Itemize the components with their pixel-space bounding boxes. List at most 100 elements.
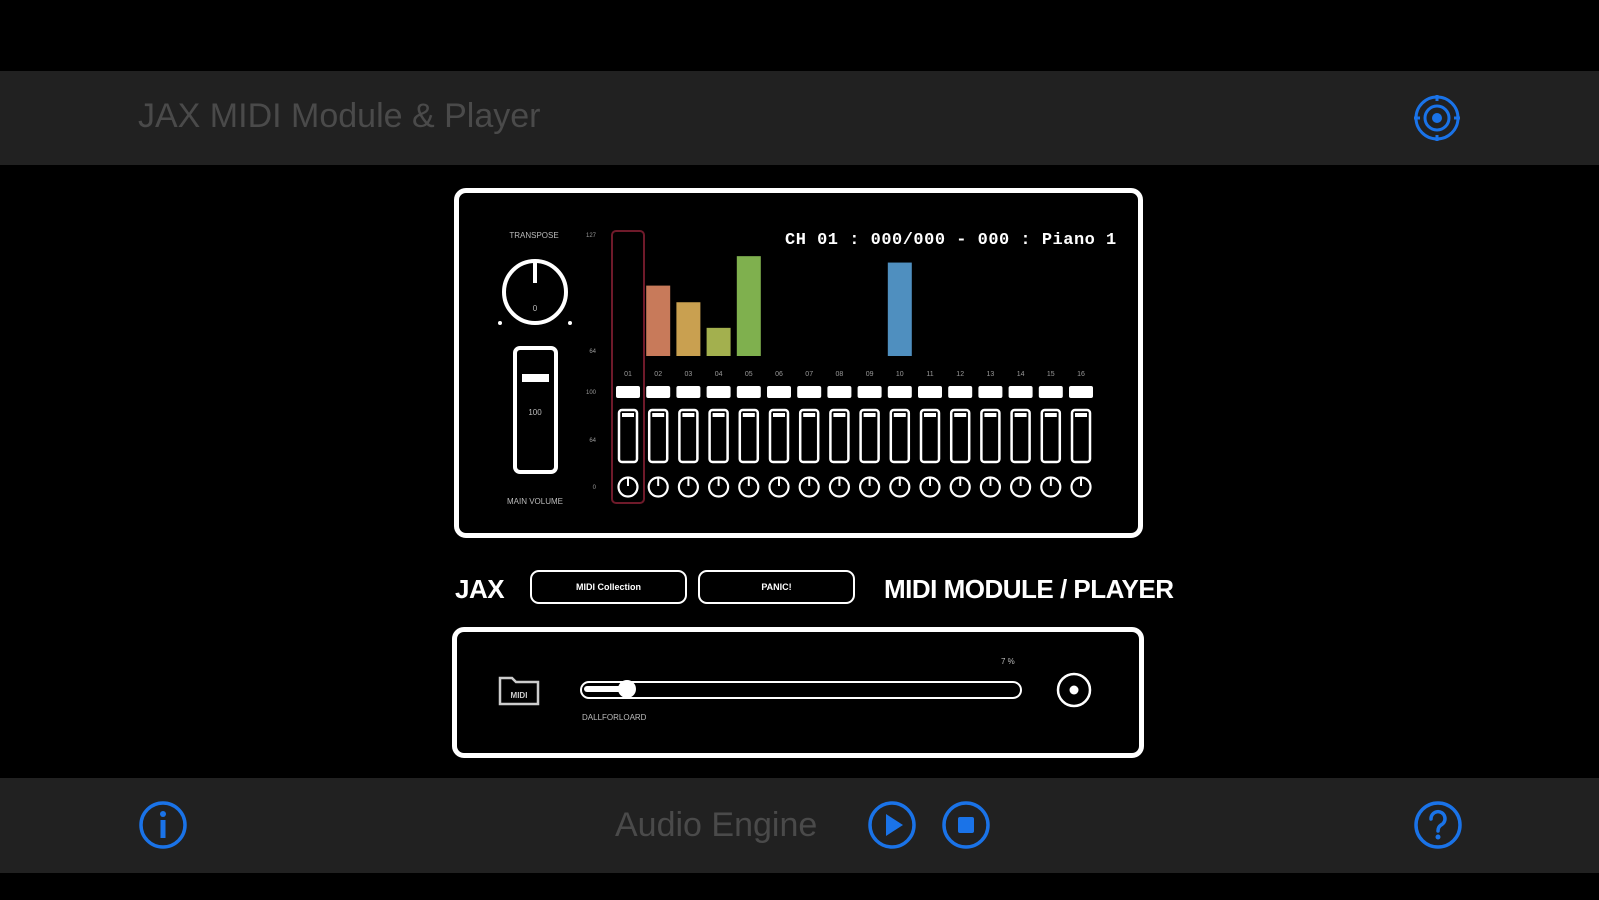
channel-button-11[interactable] [918, 386, 942, 398]
fader-handle-07 [803, 413, 816, 417]
channel-fader-02[interactable] [647, 408, 669, 464]
fader-handle-11 [924, 413, 936, 417]
gear-icon[interactable] [1412, 93, 1462, 143]
master-volume-label: MAIN VOLUME [507, 497, 563, 506]
transpose-label: TRANSPOSE [509, 231, 558, 240]
scale-label-1: 64 [589, 349, 596, 355]
channel-number-02: 02 [654, 371, 662, 378]
bottom-bar: Audio Engine [0, 778, 1599, 873]
channel-fader-03[interactable] [678, 408, 699, 464]
fader-handle-09 [863, 413, 876, 417]
fader-handle-06 [773, 413, 785, 417]
brand-jax: JAX [455, 574, 505, 604]
channel-fader-10[interactable] [889, 408, 911, 464]
channel-fader-12[interactable] [949, 408, 971, 464]
channel-fader-15[interactable] [1040, 408, 1062, 464]
channel-strips: 01 02 03 04 05 06 07 08 09 10 11 12 13 14 15 16 [611, 230, 1093, 504]
fader-handle-03 [682, 413, 695, 417]
audio-engine-label: Audio Engine [615, 806, 818, 844]
scale-label-2: 100 [586, 390, 597, 396]
folder-icon[interactable]: MIDI [497, 672, 541, 708]
help-icon[interactable] [1412, 799, 1464, 851]
channel-number-09: 09 [866, 371, 874, 378]
record-icon[interactable] [1055, 671, 1093, 709]
channel-fader-06[interactable] [768, 408, 790, 464]
channel-fader-01[interactable] [617, 408, 639, 464]
channel-number-03: 03 [685, 371, 693, 378]
progress-slider[interactable] [580, 679, 1022, 699]
fader-handle-01 [622, 413, 634, 417]
channel-fader-09[interactable] [859, 408, 880, 464]
fader-handle-13 [984, 413, 997, 417]
channel-button-03[interactable] [676, 386, 701, 398]
channel-button-01[interactable] [616, 386, 640, 398]
channel-button-13[interactable] [978, 386, 1003, 398]
channel-number-12: 12 [956, 371, 964, 378]
top-bar: JAX MIDI Module & Player [0, 71, 1599, 165]
app-title: JAX MIDI Module & Player [138, 97, 541, 135]
transpose-knob[interactable]: 0 [498, 259, 572, 325]
channel-button-15[interactable] [1038, 386, 1063, 398]
level-bar-10 [887, 262, 912, 356]
level-bar-04 [706, 327, 731, 356]
channel-info: CH 01 : 000/000 - 000 : Piano 1 [785, 231, 1117, 250]
channel-button-09[interactable] [857, 386, 882, 398]
channel-number-04: 04 [715, 371, 723, 378]
fader-handle-10 [893, 413, 906, 417]
channel-number-11: 11 [926, 371, 933, 378]
fader-handle-15 [1044, 413, 1057, 417]
channel-button-06[interactable] [767, 386, 791, 398]
channel-number-15: 15 [1047, 371, 1055, 378]
channel-button-07[interactable] [797, 386, 822, 398]
channel-number-16: 16 [1077, 371, 1085, 378]
channel-number-10: 10 [896, 371, 904, 378]
channel-fader-08[interactable] [829, 408, 850, 464]
fader-handle-05 [742, 413, 755, 417]
panic-button[interactable]: PANIC! [698, 570, 855, 604]
level-bar-02 [646, 285, 671, 356]
slider-thumb[interactable] [618, 680, 637, 698]
channel-button-02[interactable] [646, 386, 671, 398]
fader-handle-14 [1014, 413, 1027, 417]
channel-fader-07[interactable] [798, 408, 820, 464]
brand-midi-module-player: MIDI MODULE / PLAYER [884, 574, 1174, 604]
channel-button-16[interactable] [1069, 386, 1093, 398]
channel-number-14: 14 [1017, 371, 1025, 378]
channel-number-05: 05 [745, 371, 753, 378]
fader-handle-04 [712, 413, 725, 417]
channel-fader-16[interactable] [1070, 408, 1092, 464]
folder-label: MIDI [511, 691, 528, 700]
channel-fader-13[interactable] [980, 408, 1001, 464]
fader-handle-08 [833, 413, 846, 417]
midi-collection-button[interactable]: MIDI Collection [530, 570, 687, 604]
channel-button-12[interactable] [948, 386, 973, 398]
channel-fader-11[interactable] [919, 408, 941, 464]
progress-label: 7 % [1001, 657, 1015, 666]
channel-button-10[interactable] [887, 386, 912, 398]
transpose-value: 0 [533, 304, 538, 313]
play-icon[interactable] [866, 799, 918, 851]
scale-label-3: 64 [589, 438, 596, 444]
channel-fader-05[interactable] [738, 408, 760, 464]
channel-number-13: 13 [987, 371, 995, 378]
file-name: DALLFORLOARD [582, 713, 647, 722]
fader-handle-16 [1075, 413, 1087, 417]
master-volume-fader[interactable]: 100 [513, 346, 558, 474]
master-volume-value: 100 [528, 408, 542, 417]
info-icon[interactable] [137, 799, 189, 851]
channel-number-07: 07 [805, 371, 813, 378]
channel-button-14[interactable] [1008, 386, 1033, 398]
channel-button-05[interactable] [736, 386, 761, 398]
level-bar-03 [676, 302, 701, 356]
scale-label-0: 127 [586, 233, 597, 239]
fader-handle-12 [954, 413, 967, 417]
scale-label-4: 0 [593, 485, 597, 491]
channel-number-08: 08 [836, 371, 844, 378]
level-bar-05 [736, 256, 761, 356]
stop-icon[interactable] [940, 799, 992, 851]
channel-button-04[interactable] [706, 386, 731, 398]
channel-fader-04[interactable] [708, 408, 729, 464]
fader-handle-02 [652, 413, 665, 417]
channel-fader-14[interactable] [1010, 408, 1031, 464]
channel-button-08[interactable] [827, 386, 852, 398]
